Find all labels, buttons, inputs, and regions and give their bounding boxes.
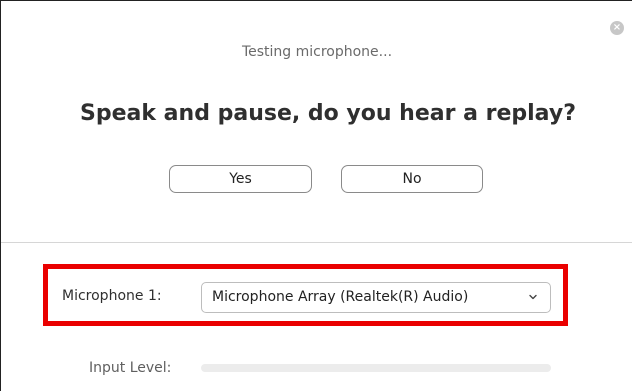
- no-button[interactable]: No: [341, 165, 483, 193]
- chevron-down-icon: [529, 294, 537, 300]
- close-icon[interactable]: ×: [610, 21, 624, 35]
- audio-test-dialog: × Testing microphone... Speak and pause,…: [0, 0, 632, 391]
- microphone-select[interactable]: Microphone Array (Realtek(R) Audio): [201, 282, 551, 313]
- testing-status: Testing microphone...: [241, 44, 393, 60]
- prompt-title: Speak and pause, do you hear a replay?: [80, 101, 576, 126]
- section-divider: [1, 242, 632, 243]
- input-level-label: Input Level:: [89, 360, 172, 376]
- microphone-label: Microphone 1:: [62, 288, 162, 304]
- yes-button[interactable]: Yes: [169, 165, 312, 193]
- microphone-selected-value: Microphone Array (Realtek(R) Audio): [212, 289, 469, 305]
- input-level-meter: [201, 364, 551, 372]
